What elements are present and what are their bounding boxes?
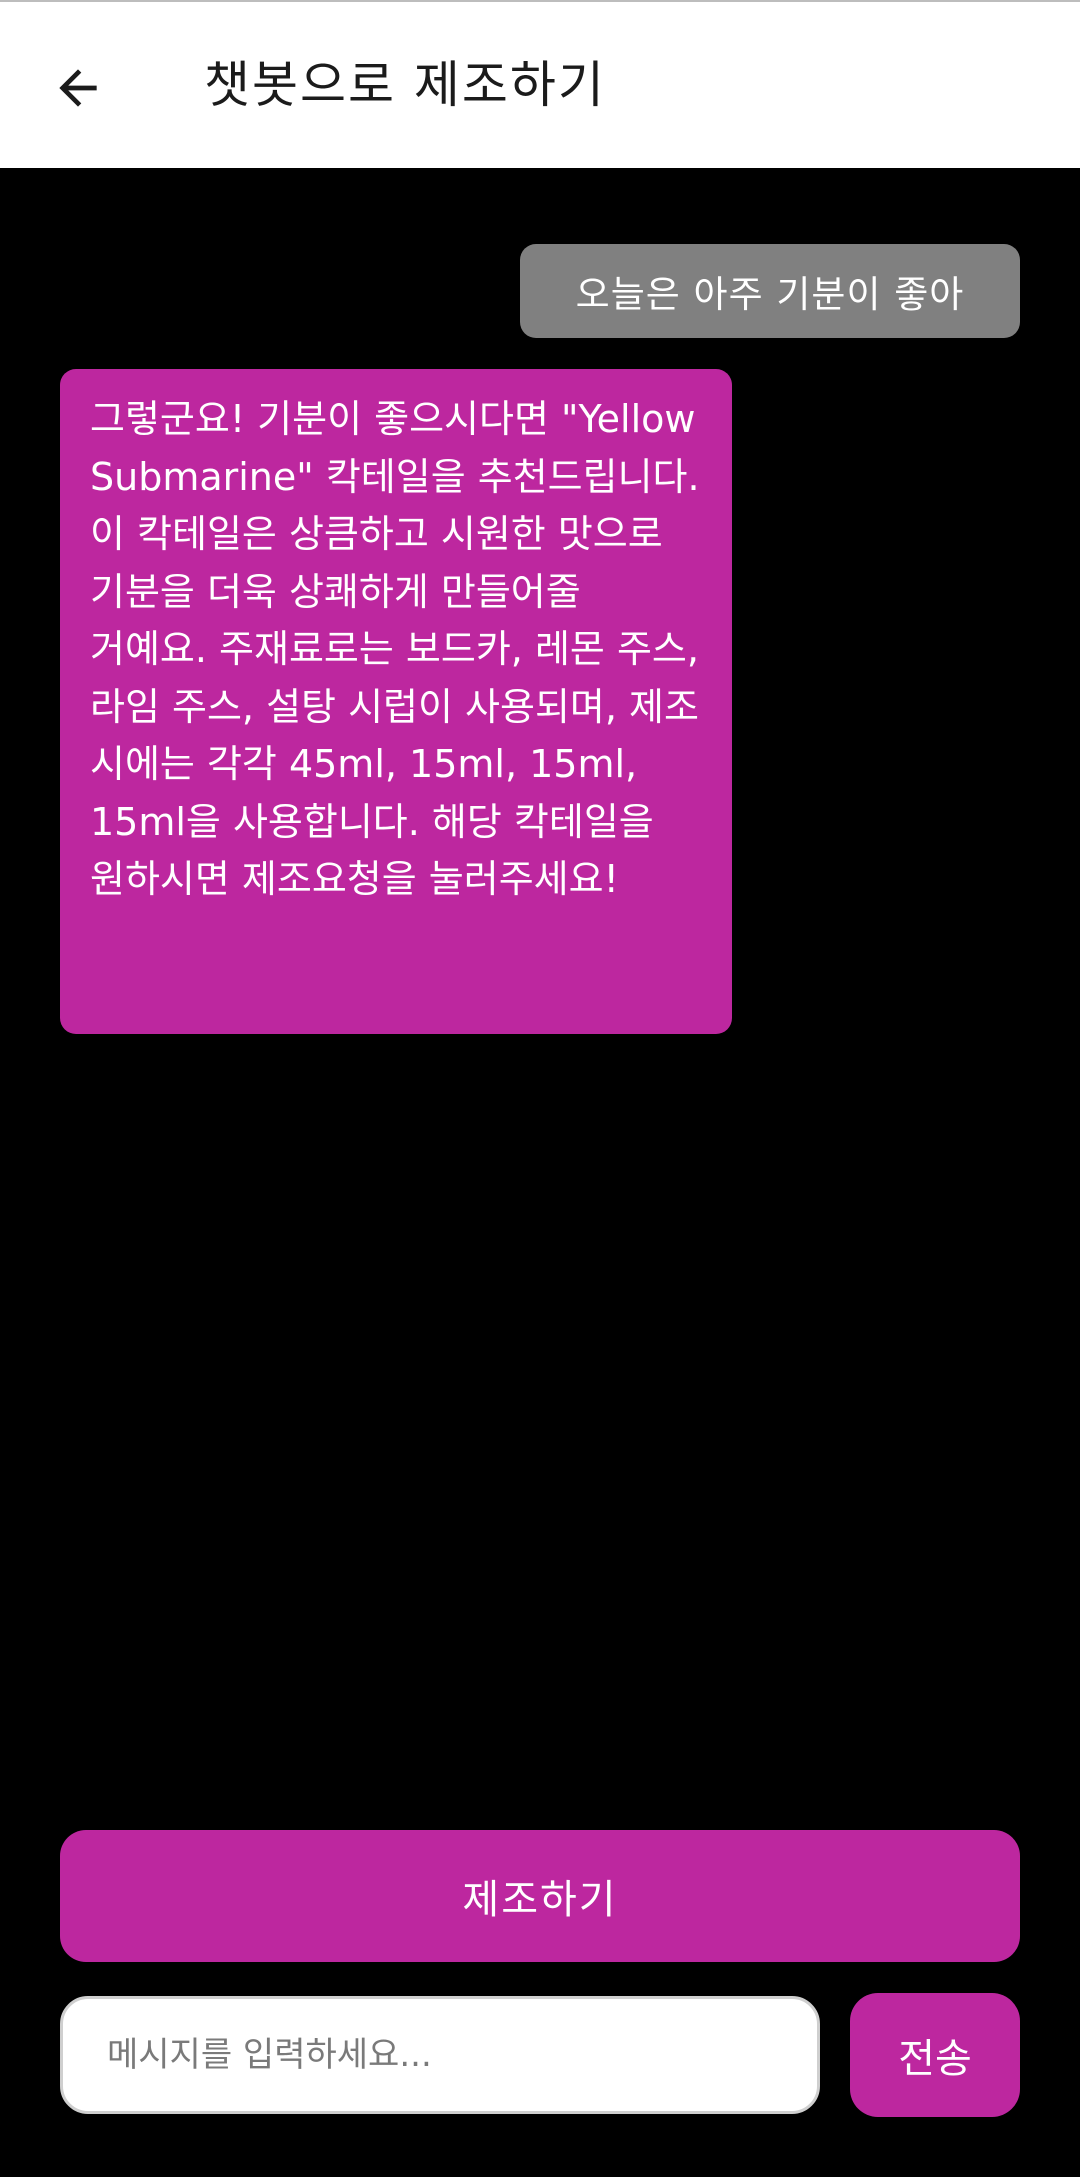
- chatbot-screen: 챗봇으로 제조하기 오늘은 아주 기분이 좋아 그렇군요! 기분이 좋으시다면 …: [0, 0, 1080, 2177]
- app-header: 챗봇으로 제조하기: [0, 0, 1080, 168]
- message-input[interactable]: [63, 1999, 817, 2111]
- make-cocktail-button[interactable]: 제조하기: [60, 1830, 1020, 1962]
- user-message-bubble: 오늘은 아주 기분이 좋아: [520, 244, 1020, 338]
- arrow-left-icon: [59, 69, 97, 107]
- back-button[interactable]: [42, 52, 114, 124]
- message-input-container: [60, 1996, 820, 2114]
- bot-message-bubble: 그렇군요! 기분이 좋으시다면 "Yellow Submarine" 칵테일을 …: [60, 369, 732, 1034]
- page-title: 챗봇으로 제조하기: [204, 56, 606, 114]
- send-button[interactable]: 전송: [850, 1993, 1020, 2117]
- chat-message-list[interactable]: 오늘은 아주 기분이 좋아 그렇군요! 기분이 좋으시다면 "Yellow Su…: [0, 168, 1080, 1828]
